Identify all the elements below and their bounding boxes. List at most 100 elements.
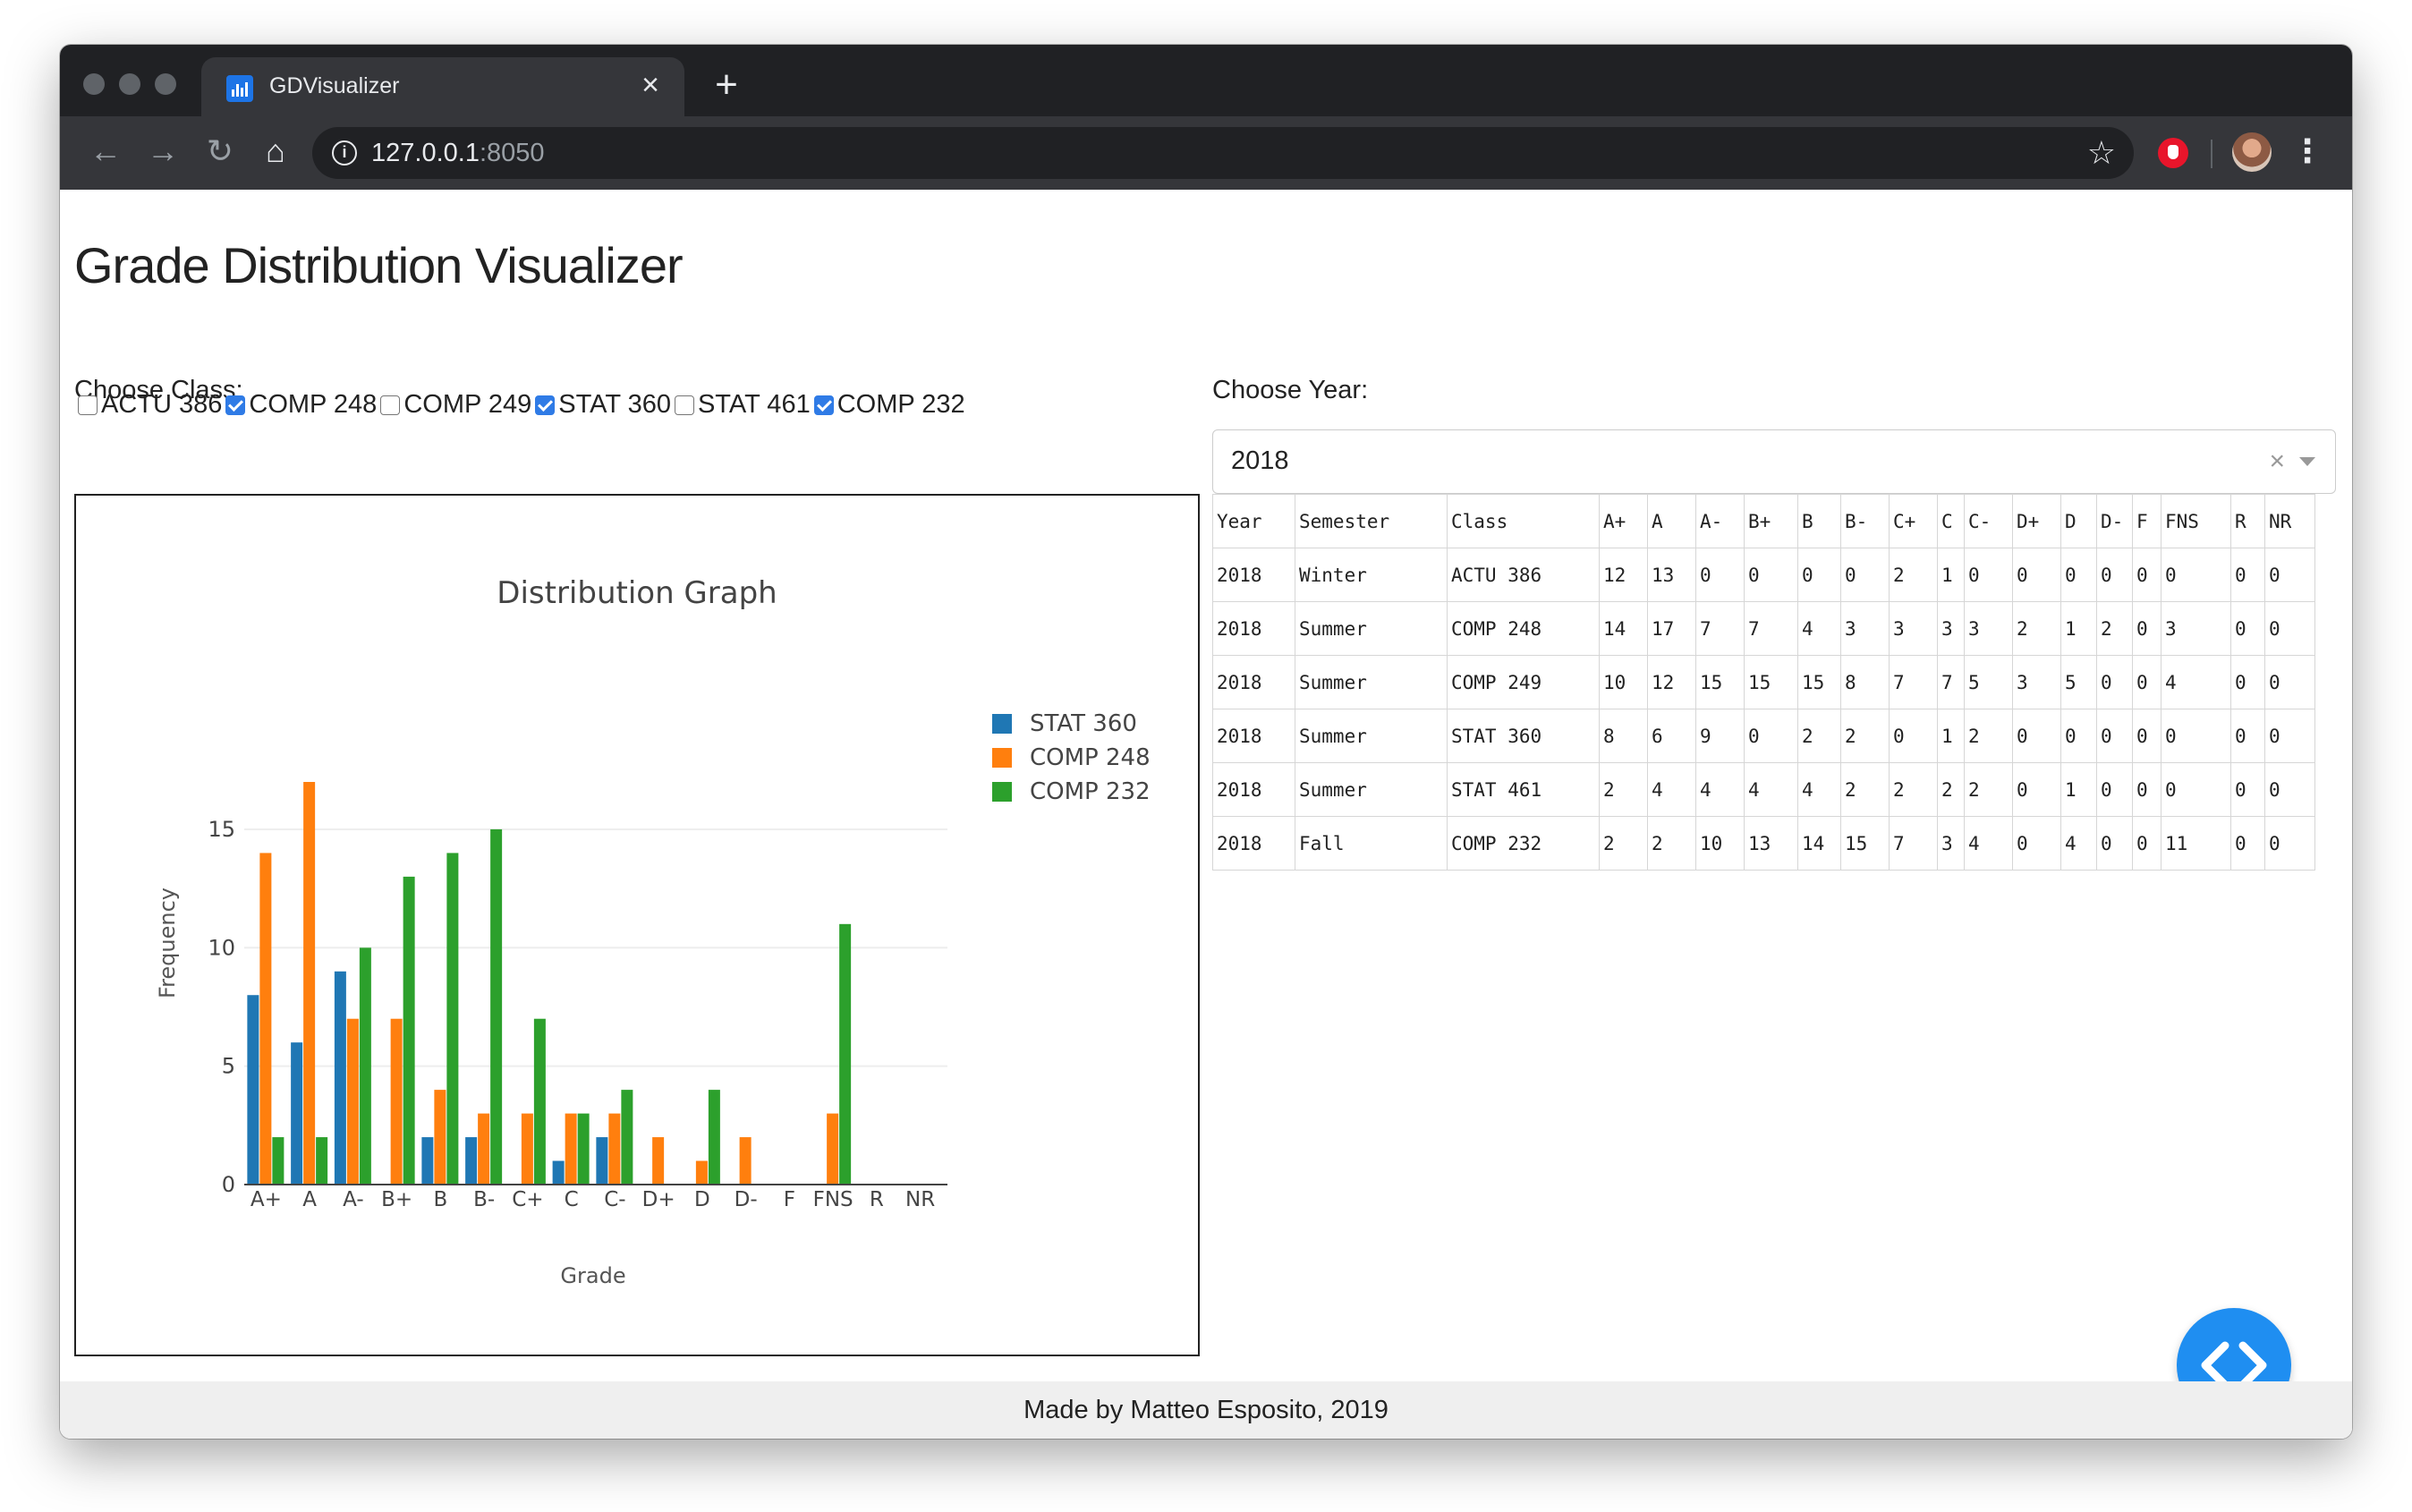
bar-comp-232 [577, 1113, 590, 1185]
table-cell: 4 [1964, 816, 2013, 871]
page-content: Grade Distribution Visualizer Choose Cla… [60, 190, 2352, 1439]
class-option-comp-249[interactable]: COMP 249 [380, 390, 531, 420]
column-header[interactable]: NR [2264, 494, 2315, 548]
bar-comp-248 [652, 1137, 665, 1185]
maximize-window-button[interactable] [155, 73, 176, 95]
extension-hand-icon[interactable] [2158, 138, 2188, 168]
x-tick-label: D- [735, 1188, 758, 1211]
table-cell: 0 [2264, 601, 2315, 656]
checkbox-label: COMP 248 [249, 390, 378, 419]
column-header[interactable]: C [1937, 494, 1965, 548]
table-cell: 0 [2060, 709, 2097, 763]
column-header[interactable]: Year [1212, 494, 1295, 548]
back-arrow-icon[interactable]: ← [85, 131, 126, 172]
column-header[interactable]: D- [2096, 494, 2133, 548]
more-menu-icon[interactable]: ⋮ [2291, 131, 2323, 175]
chevron-down-icon[interactable] [2299, 457, 2315, 466]
checkbox-label: STAT 461 [697, 390, 811, 419]
column-header[interactable]: D+ [2012, 494, 2061, 548]
url-host: 127.0.0.1 [371, 139, 480, 167]
column-header[interactable]: A [1647, 494, 1696, 548]
profile-avatar[interactable] [2232, 132, 2272, 172]
class-option-stat-360[interactable]: STAT 360 [535, 390, 671, 420]
column-header[interactable]: Semester [1295, 494, 1448, 548]
table-cell: 2018 [1212, 601, 1295, 656]
browser-tab[interactable]: GDVisualizer × [201, 57, 684, 116]
x-tick-label: A- [343, 1188, 364, 1211]
column-header[interactable]: C- [1964, 494, 2013, 548]
table-cell: 4 [2060, 816, 2097, 871]
table-cell: 0 [2132, 548, 2161, 602]
year-dropdown[interactable]: 2018 × [1212, 429, 2336, 494]
minimize-window-button[interactable] [119, 73, 140, 95]
bar-comp-248 [303, 782, 316, 1185]
table-cell: 15 [1840, 816, 1890, 871]
url-port: :8050 [479, 139, 545, 167]
table-cell: 15 [1695, 655, 1745, 709]
table-cell: 6 [1647, 709, 1696, 763]
x-tick-label: C+ [512, 1188, 543, 1211]
column-header[interactable]: A+ [1599, 494, 1648, 548]
table-cell: 0 [2264, 548, 2315, 602]
table-cell: 0 [2161, 548, 2231, 602]
column-header[interactable]: B+ [1744, 494, 1798, 548]
class-option-comp-248[interactable]: COMP 248 [225, 390, 377, 420]
table-cell: 2 [2096, 601, 2133, 656]
checkbox[interactable] [813, 395, 834, 415]
column-header[interactable]: F [2132, 494, 2161, 548]
column-header[interactable]: R [2230, 494, 2265, 548]
checkbox[interactable] [535, 395, 556, 415]
column-header[interactable]: B [1797, 494, 1841, 548]
address-bar[interactable]: i 127.0.0.1:8050 ☆ [312, 127, 2134, 179]
bar-comp-232 [490, 828, 503, 1185]
table-cell: 0 [1695, 548, 1745, 602]
checkbox[interactable] [78, 395, 98, 415]
table-cell: 5 [2060, 655, 2097, 709]
table-cell: 15 [1797, 655, 1841, 709]
checkbox[interactable] [380, 395, 401, 415]
column-header[interactable]: B- [1840, 494, 1890, 548]
y-axis-title: Frequency [155, 888, 180, 998]
column-header[interactable]: A- [1695, 494, 1745, 548]
table-cell: 7 [1889, 655, 1938, 709]
clear-selection-icon[interactable]: × [2269, 446, 2285, 477]
info-icon[interactable]: i [332, 140, 357, 166]
table-cell: 4 [2161, 655, 2231, 709]
table-cell: 0 [2264, 655, 2315, 709]
reload-icon[interactable]: ↻ [200, 131, 241, 172]
table-cell: 7 [1695, 601, 1745, 656]
column-header[interactable]: Class [1447, 494, 1600, 548]
table-cell: 0 [2012, 709, 2061, 763]
class-checklist: ACTU 386 COMP 248 COMP 249 STAT 360 STAT 461… [78, 390, 969, 420]
url-text: 127.0.0.1:8050 [371, 139, 545, 168]
table-cell: 2018 [1212, 709, 1295, 763]
checkbox[interactable] [674, 395, 694, 415]
forward-arrow-icon[interactable]: → [142, 131, 183, 172]
close-window-button[interactable] [83, 73, 105, 95]
table-cell: 2018 [1212, 655, 1295, 709]
table-cell: Fall [1295, 816, 1448, 871]
checkbox[interactable] [225, 395, 246, 415]
new-tab-icon[interactable]: + [704, 64, 749, 109]
home-icon[interactable]: ⌂ [255, 131, 296, 172]
table-cell: 2 [1889, 548, 1938, 602]
legend-label: COMP 232 [1030, 778, 1151, 805]
table-cell: 14 [1797, 816, 1841, 871]
column-header[interactable]: D [2060, 494, 2097, 548]
table-cell: 0 [2230, 548, 2265, 602]
table-cell: 0 [1744, 548, 1798, 602]
close-tab-icon[interactable]: × [634, 70, 667, 102]
table-cell: 11 [2161, 816, 2231, 871]
bookmark-star-icon[interactable]: ☆ [2087, 134, 2116, 172]
column-header[interactable]: C+ [1889, 494, 1938, 548]
class-option-actu-386[interactable]: ACTU 386 [78, 390, 222, 420]
table-cell: ACTU 386 [1447, 548, 1600, 602]
table-cell: 2 [2012, 601, 2061, 656]
column-header[interactable]: FNS [2161, 494, 2231, 548]
bar-stat-360 [334, 971, 346, 1185]
class-option-comp-232[interactable]: COMP 232 [813, 390, 965, 420]
table-cell: 0 [1889, 709, 1938, 763]
distribution-graph[interactable]: Distribution Graph 0 5 10 15 A+ A A- B+ B B- C+ C C- D… [74, 494, 1200, 1356]
x-tick-label: D [694, 1188, 710, 1211]
class-option-stat-461[interactable]: STAT 461 [674, 390, 811, 420]
